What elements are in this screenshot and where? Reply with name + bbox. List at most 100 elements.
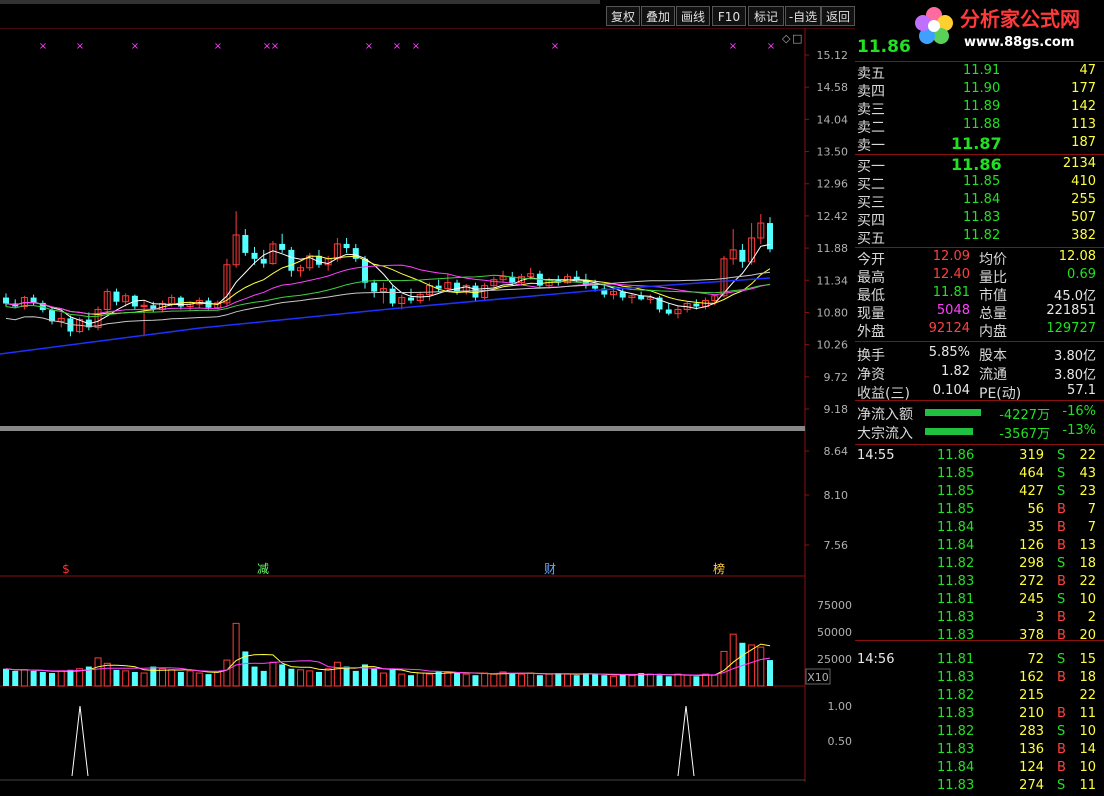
signal-x-marker: × [767, 41, 775, 52]
price-tick-label: 14.04 [817, 113, 849, 126]
fuquan-button[interactable]: 复权 [606, 6, 640, 26]
fanhui-button[interactable]: 返回 [821, 6, 855, 26]
price-tick-label: 8.64 [824, 445, 849, 458]
tick-count: 18 [1079, 556, 1096, 571]
diejia-button[interactable]: 叠加 [641, 6, 675, 26]
tick-side: B [1057, 520, 1066, 535]
volume-bar-down [454, 673, 461, 686]
tick-row: 11.83 3 B 2 [855, 610, 1100, 628]
ask-row: 卖一 11.87 187 [855, 134, 1100, 154]
pane-splitter [0, 426, 805, 431]
stat2-value: 1.82 [941, 364, 970, 379]
event-marker: 财 [544, 562, 556, 576]
volume-bar-up [416, 672, 424, 687]
stat-value-2: 45.0亿 [1054, 289, 1096, 304]
bid-row: 买五 11.82 382 [855, 228, 1100, 247]
ma20-line [5, 264, 771, 315]
volume-bar-down [30, 670, 37, 686]
candle-body-down [260, 258, 267, 264]
tick-side: B [1057, 610, 1066, 625]
price-tick-label: 7.56 [824, 539, 849, 552]
bid-price: 11.82 [963, 228, 1001, 243]
flow-amount: -4227万 [999, 408, 1050, 423]
tick-side: S [1057, 724, 1066, 739]
tick-row: 11.83 274 S 11 [855, 778, 1100, 796]
volume-bar-up [674, 673, 682, 687]
tick-side: S [1057, 556, 1066, 571]
candle-body-down [251, 252, 258, 259]
volume-tick-label: 50000 [817, 626, 852, 639]
tick-volume: 272 [1019, 574, 1044, 589]
volume-bar-down [582, 673, 589, 686]
candle-body-down [113, 291, 120, 302]
volume-bar-down [113, 669, 120, 686]
stat2-label: 净资 [857, 367, 885, 383]
price-tick-label: 13.50 [817, 146, 849, 159]
biaoji-button[interactable]: 标记 [748, 6, 784, 26]
tick-count: 43 [1079, 466, 1096, 481]
tick-row: 11.83 272 B 22 [855, 574, 1100, 592]
volume-bar-down [3, 668, 9, 686]
price-tick-label: 10.26 [817, 339, 849, 352]
zixuan-button[interactable]: -自选 [785, 6, 821, 26]
stat2-label-2: 流通 [979, 367, 1007, 383]
flow-bar [925, 409, 981, 416]
volume-tick-label: 75000 [817, 599, 852, 612]
candle-body-down [665, 309, 672, 314]
tick-volume: 464 [1019, 466, 1044, 481]
volume-bar-up [20, 669, 28, 687]
stat-value: 92124 [928, 321, 970, 336]
flow-label: 大宗流入 [857, 426, 913, 442]
tick-row: 11.82 215 22 [855, 688, 1100, 706]
tick-volume: 72 [1027, 652, 1044, 667]
volume-bar-down [536, 675, 543, 686]
volume-bar-up [168, 669, 176, 687]
tick-side: B [1057, 760, 1066, 775]
tick-volume: 215 [1019, 688, 1044, 703]
stat-label-2: 总量 [979, 306, 1007, 322]
f10-button[interactable]: F10 [712, 6, 746, 26]
signal-x-marker: × [271, 41, 279, 52]
candle-body-down [242, 234, 249, 253]
ask-volume: 47 [1079, 63, 1096, 78]
volume-bar-up [94, 657, 102, 687]
tick-price: 11.81 [937, 652, 975, 667]
volume-bar-up [379, 672, 387, 687]
indicator-spike-2 [677, 705, 695, 777]
tick-count: 18 [1079, 670, 1096, 685]
indicator-tick-label: 0.50 [828, 735, 853, 748]
huaxian-button[interactable]: 画线 [676, 6, 710, 26]
panel-divider [855, 400, 1104, 401]
volume-bar-down [656, 675, 663, 686]
candle-body-down [693, 303, 700, 307]
tick-side: S [1057, 652, 1066, 667]
tick-time: 14:55 [857, 448, 895, 463]
volume-bar-up [269, 661, 277, 687]
stat-label: 现量 [857, 306, 885, 322]
stat-value-2: 0.69 [1067, 267, 1096, 282]
tick-side: B [1057, 502, 1066, 517]
tick-price: 11.83 [937, 778, 975, 793]
volume-bar-down [371, 668, 378, 686]
volume-bar-down [693, 676, 700, 686]
ask-row: 卖二 11.88 113 [855, 117, 1100, 136]
volume-bar-up [711, 674, 719, 687]
candle-body-down [177, 297, 184, 307]
volume-bar-down [573, 675, 580, 686]
volume-bar-down [408, 675, 415, 686]
volume-bar-up [481, 672, 489, 687]
bid-row: 买二 11.85 410 [855, 174, 1100, 193]
volume-bar-down [177, 671, 184, 686]
signal-x-marker: × [551, 41, 559, 52]
candle-body-down [371, 282, 378, 292]
price-tick-label: 9.18 [824, 403, 849, 416]
bid-volume: 507 [1071, 210, 1096, 225]
volume-bar-up [462, 673, 470, 687]
tick-row: 11.85 56 B 7 [855, 502, 1100, 520]
volume-bar-down [509, 673, 516, 686]
tick-count: 22 [1079, 574, 1096, 589]
candle-body-down [343, 243, 350, 249]
square-icon: □ [792, 32, 802, 45]
tick-row: 11.85 427 S 23 [855, 484, 1100, 502]
kline-chart[interactable]: 15.12 14.58 14.04 13.50 12.96 12.42 11.88 11.34… [0, 28, 855, 782]
